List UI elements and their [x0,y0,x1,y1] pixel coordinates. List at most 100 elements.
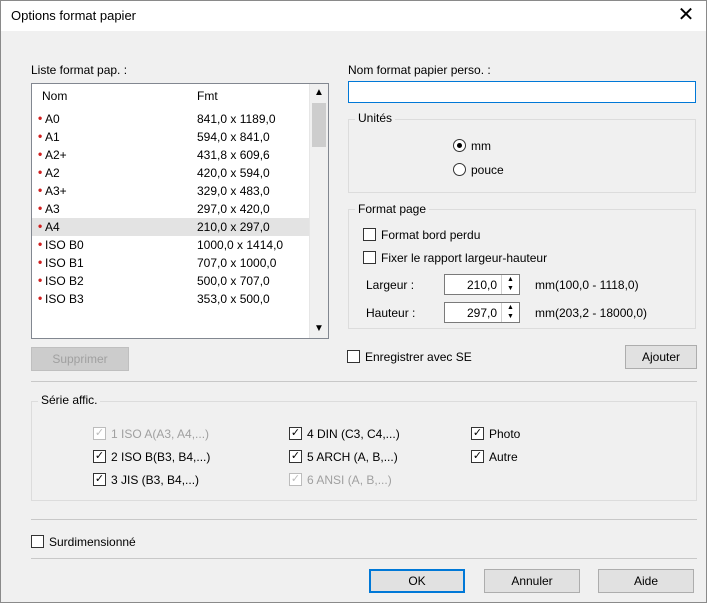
ok-button[interactable]: OK [369,569,465,593]
save-with-os-label: Enregistrer avec SE [365,350,472,364]
red-dot-icon: • [38,183,43,197]
paper-name: A4 [45,220,60,234]
width-label: Largeur : [366,278,415,292]
delete-button[interactable]: Supprimer [31,347,129,371]
series-other-checkbox[interactable]: ✓ [471,450,484,463]
series-iso-b-checkbox[interactable]: ✓ [93,450,106,463]
paper-name: ISO B0 [45,238,84,252]
series-other-label: Autre [489,450,518,464]
list-item[interactable]: • ISO B2 500,0 x 707,0 [32,272,310,290]
help-button[interactable]: Aide [598,569,694,593]
paper-list-label: Liste format pap. : [31,63,128,77]
red-dot-icon: • [38,219,43,233]
list-item[interactable]: • A3+ 329,0 x 483,0 [32,182,310,200]
list-item[interactable]: • A3 297,0 x 420,0 [32,200,310,218]
list-rows: • A0 841,0 x 1189,0 • A1 594,0 x 841,0 • A2+ 431… [32,110,310,308]
dialog-title: Options format papier [11,8,137,23]
series-din-checkbox[interactable]: ✓ [289,427,302,440]
paper-size: 353,0 x 500,0 [197,292,270,306]
paper-name: ISO B3 [45,292,84,306]
save-with-os-checkbox[interactable] [347,350,360,363]
oversize-checkbox[interactable] [31,535,44,548]
separator [31,381,697,382]
list-item[interactable]: • ISO B3 353,0 x 500,0 [32,290,310,308]
fix-ratio-label: Fixer le rapport largeur-hauteur [381,251,548,265]
red-dot-icon: • [38,147,43,161]
paper-name: A2+ [45,148,67,162]
spinner-arrows-icon[interactable]: ▲ ▼ [501,275,519,294]
column-header-name[interactable]: Nom [42,89,67,103]
borderless-label: Format bord perdu [381,228,481,242]
height-range: mm(203,2 - 18000,0) [535,306,648,320]
custom-name-input[interactable] [348,81,696,103]
paper-name: A3 [45,202,60,216]
series-jis-checkbox[interactable]: ✓ [93,473,106,486]
list-item[interactable]: • ISO B1 707,0 x 1000,0 [32,254,310,272]
series-arch-label: 5 ARCH (A, B,...) [307,450,398,464]
list-header: Nom Fmt [32,84,310,106]
inch-radio[interactable] [453,163,466,176]
red-dot-icon: • [38,255,43,269]
cancel-button[interactable]: Annuler [484,569,580,593]
borderless-checkbox[interactable] [363,228,376,241]
mm-radio[interactable] [453,139,466,152]
fix-ratio-checkbox[interactable] [363,251,376,264]
series-photo-checkbox[interactable]: ✓ [471,427,484,440]
series-din-label: 4 DIN (C3, C4,...) [307,427,400,441]
red-dot-icon: • [38,165,43,179]
list-item[interactable]: • A4 210,0 x 297,0 [32,218,310,236]
series-iso-a-label: 1 ISO A(A3, A4,...) [111,427,210,441]
series-ansi-checkbox[interactable]: ✓ [289,473,302,486]
height-value: 297,0 [466,306,497,320]
height-label: Hauteur : [366,306,416,320]
add-button[interactable]: Ajouter [625,345,697,369]
paper-size: 841,0 x 1189,0 [197,112,276,126]
paper-name: ISO B2 [45,274,84,288]
paper-size: 500,0 x 707,0 [197,274,270,288]
red-dot-icon: • [38,111,43,125]
width-range: mm(100,0 - 1118,0) [535,278,639,292]
list-item[interactable]: • A0 841,0 x 1189,0 [32,110,310,128]
series-ansi-label: 6 ANSI (A, B,...) [307,473,392,487]
paper-size-options-dialog: Options format papier ✕ Liste format pap… [0,0,707,603]
width-value: 210,0 [466,278,497,292]
paper-size: 594,0 x 841,0 [197,130,270,144]
paper-size: 329,0 x 483,0 [197,184,270,198]
list-item[interactable]: • A2+ 431,8 x 609,6 [32,146,310,164]
list-item[interactable]: • ISO B0 1000,0 x 1414,0 [32,236,310,254]
custom-name-label: Nom format papier perso. : [348,63,491,77]
scroll-down-icon[interactable]: ▼ [310,320,328,338]
spinner-arrows-icon[interactable]: ▲ ▼ [501,303,519,322]
mm-radio-label: mm [471,139,491,153]
column-header-size[interactable]: Fmt [197,89,218,103]
paper-size: 420,0 x 594,0 [197,166,270,180]
inch-radio-label: pouce [471,163,504,177]
scroll-thumb[interactable] [312,103,326,147]
paper-size-list[interactable]: Nom Fmt • A0 841,0 x 1189,0 • A1 594,0 x 841,… [31,83,329,339]
series-iso-a-checkbox[interactable]: ✓ [93,427,106,440]
height-spinner[interactable]: 297,0 ▲ ▼ [444,302,520,323]
series-arch-checkbox[interactable]: ✓ [289,450,302,463]
list-item[interactable]: • A2 420,0 x 594,0 [32,164,310,182]
width-spinner[interactable]: 210,0 ▲ ▼ [444,274,520,295]
units-title: Unités [355,111,396,125]
paper-size: 431,8 x 609,6 [197,148,270,162]
list-scrollbar[interactable]: ▲ ▼ [309,84,328,338]
red-dot-icon: • [38,129,43,143]
display-series-title: Série affic. [38,393,101,407]
close-icon[interactable]: ✕ [670,1,702,31]
series-iso-b-label: 2 ISO B(B3, B4,...) [111,450,211,464]
red-dot-icon: • [38,291,43,305]
paper-size: 210,0 x 297,0 [197,220,270,234]
red-dot-icon: • [38,273,43,287]
separator [31,519,697,520]
list-item[interactable]: • A1 594,0 x 841,0 [32,128,310,146]
paper-size: 707,0 x 1000,0 [197,256,277,270]
oversize-label: Surdimensionné [49,535,136,549]
paper-size: 297,0 x 420,0 [197,202,270,216]
title-bar: Options format papier ✕ [1,1,706,31]
series-jis-label: 3 JIS (B3, B4,...) [111,473,200,487]
separator [31,558,697,559]
red-dot-icon: • [38,201,43,215]
scroll-up-icon[interactable]: ▲ [310,84,328,102]
